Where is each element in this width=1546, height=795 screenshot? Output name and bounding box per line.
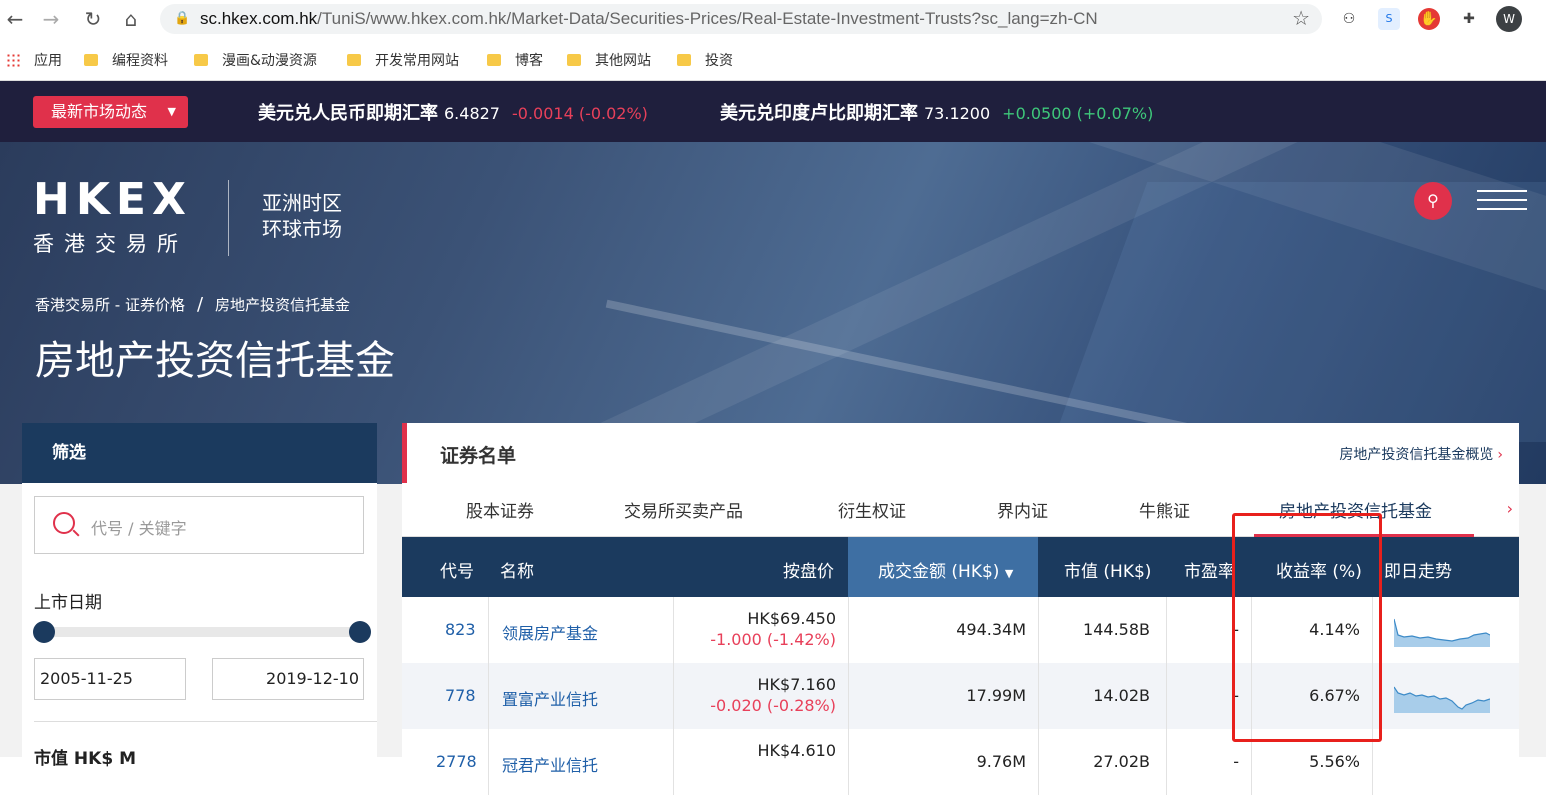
col-market-cap[interactable]: 市值 (HK$) xyxy=(1064,557,1151,582)
row-pe: - xyxy=(1233,752,1239,771)
listing-date-slider[interactable] xyxy=(33,621,371,643)
breadcrumb: 香港交易所 - 证券价格 / 房地产投资信托基金 xyxy=(35,294,351,315)
search-input[interactable]: 代号 / 关键字 xyxy=(34,496,364,554)
ticker-item[interactable]: 美元兑印度卢比即期汇率 73.1200 +0.0500 (+0.07%) xyxy=(720,99,1153,125)
extension-s-icon[interactable]: S xyxy=(1378,8,1400,30)
site-search-button[interactable]: ⚲ xyxy=(1414,182,1452,220)
row-market-cap: 14.02B xyxy=(1093,686,1150,705)
market-cap-label: 市值 HK$ M xyxy=(34,721,377,769)
address-url: sc.hkex.com.hk/TuniS/www.hkex.com.hk/Mar… xyxy=(200,9,1098,28)
col-pe[interactable]: 市盈率 xyxy=(1184,557,1235,582)
listing-date-label: 上市日期 xyxy=(34,593,102,613)
panel-title: 证券名单 xyxy=(440,445,517,467)
bookmark-folder[interactable]: 其他网站 xyxy=(567,50,651,70)
bookmark-apps[interactable]: 应用 xyxy=(6,50,62,70)
tab-equities[interactable]: 股本证券 xyxy=(466,497,534,522)
row-turnover: 494.34M xyxy=(956,620,1026,639)
forward-arrow-icon[interactable]: → xyxy=(38,6,64,32)
col-turnover[interactable]: 成交金额 (HK$) ▼ xyxy=(878,557,1013,582)
row-price: HK$69.450 xyxy=(747,609,836,628)
slider-handle-end[interactable] xyxy=(349,621,371,643)
date-from-field[interactable]: 2005-11-25 xyxy=(34,658,186,700)
row-price: HK$4.610 xyxy=(757,741,836,760)
folder-icon xyxy=(347,54,361,66)
tab-warrants[interactable]: 衍生权证 xyxy=(838,497,906,522)
breadcrumb-current: 房地产投资信托基金 xyxy=(215,296,351,314)
page-title: 房地产投资信托基金 xyxy=(35,338,395,384)
col-code[interactable]: 代号 xyxy=(440,557,474,582)
extension-adblock-icon[interactable]: ✋ xyxy=(1418,8,1440,30)
hkex-logo[interactable]: HKEX 香港交易所 xyxy=(33,178,192,258)
folder-icon xyxy=(194,54,208,66)
row-code[interactable]: 823 xyxy=(445,620,476,639)
row-name[interactable]: 冠君产业信托 xyxy=(502,752,598,776)
filter-sidebar: 筛选 代号 / 关键字 上市日期 2005-11-25 2019-12-10 市… xyxy=(22,423,377,769)
row-change: -1.000 (-1.42%) xyxy=(710,630,836,649)
ticker-item[interactable]: 美元兑人民币即期汇率 6.4827 -0.0014 (-0.02%) xyxy=(258,99,648,125)
extensions-puzzle-icon[interactable]: ✚ xyxy=(1458,8,1480,30)
row-market-cap: 27.02B xyxy=(1093,752,1150,771)
folder-icon xyxy=(677,54,691,66)
lock-icon: 🔒 xyxy=(174,11,191,26)
folder-icon xyxy=(84,54,98,66)
back-arrow-icon[interactable]: ← xyxy=(2,6,28,32)
row-turnover: 9.76M xyxy=(976,752,1026,771)
row-yield: 5.56% xyxy=(1309,752,1360,771)
market-ticker: 最新市场动态 ▼ 美元兑人民币即期汇率 6.4827 -0.0014 (-0.02%)… xyxy=(0,81,1546,142)
bookmark-folder[interactable]: 编程资料 xyxy=(84,50,168,70)
panel-accent-bar xyxy=(402,423,407,483)
tabs-next-chevron-icon[interactable]: › xyxy=(1507,499,1513,518)
filter-title: 筛选 xyxy=(22,423,377,483)
tab-inline-warrants[interactable]: 界内证 xyxy=(997,497,1048,522)
bookmark-folder[interactable]: 博客 xyxy=(487,50,543,70)
col-intraday: 即日走势 xyxy=(1384,562,1452,582)
row-change: -0.020 (-0.28%) xyxy=(710,696,836,715)
tab-cbbc[interactable]: 牛熊证 xyxy=(1139,497,1190,522)
folder-icon xyxy=(567,54,581,66)
tab-etp[interactable]: 交易所买卖产品 xyxy=(624,497,743,522)
folder-icon xyxy=(487,54,501,66)
reload-icon[interactable]: ↻ xyxy=(80,6,106,32)
logo-divider xyxy=(228,180,229,256)
search-icon xyxy=(53,512,75,534)
row-code[interactable]: 2778 xyxy=(436,752,477,771)
row-name[interactable]: 领展房产基金 xyxy=(502,620,598,644)
row-turnover: 17.99M xyxy=(966,686,1026,705)
date-to-field[interactable]: 2019-12-10 xyxy=(212,658,364,700)
row-code[interactable]: 778 xyxy=(445,686,476,705)
bookmark-folder[interactable]: 开发常用网站 xyxy=(347,50,459,70)
reit-overview-link[interactable]: 房地产投资信托基金概览 › xyxy=(1339,444,1503,464)
row-price: HK$7.160 xyxy=(757,675,836,694)
row-market-cap: 144.58B xyxy=(1083,620,1150,639)
bookmark-folder[interactable]: 投资 xyxy=(677,50,733,70)
tagline: 亚洲时区 环球市场 xyxy=(262,191,342,241)
bookmarks-bar: 应用 编程资料 漫画&动漫资源 开发常用网站 博客 其他网站 投资 xyxy=(0,46,1546,72)
row-name[interactable]: 置富产业信托 xyxy=(502,686,598,710)
sort-desc-icon: ▼ xyxy=(1004,567,1014,580)
intraday-sparkline[interactable] xyxy=(1394,683,1490,713)
latest-market-news-button[interactable]: 最新市场动态 ▼ xyxy=(33,96,188,128)
extension-binoculars-icon[interactable]: ⚇ xyxy=(1338,8,1360,30)
breadcrumb-link[interactable]: 香港交易所 - 证券价格 xyxy=(35,296,185,314)
address-bar[interactable]: 🔒 sc.hkex.com.hk/TuniS/www.hkex.com.hk/M… xyxy=(160,4,1322,34)
caret-down-icon: ▼ xyxy=(167,105,176,118)
bookmark-folder[interactable]: 漫画&动漫资源 xyxy=(194,50,317,70)
slider-handle-start[interactable] xyxy=(33,621,55,643)
intraday-sparkline[interactable] xyxy=(1394,617,1490,647)
home-icon[interactable]: ⌂ xyxy=(118,6,144,32)
search-icon: ⚲ xyxy=(1427,191,1439,210)
profile-avatar[interactable]: W xyxy=(1496,6,1522,32)
apps-grid-icon xyxy=(6,53,20,67)
bookmark-star-icon[interactable]: ☆ xyxy=(1292,6,1310,30)
yield-highlight-box xyxy=(1232,513,1382,742)
col-price[interactable]: 按盘价 xyxy=(783,557,834,582)
browser-chrome: ← → ↻ ⌂ 🔒 sc.hkex.com.hk/TuniS/www.hkex.… xyxy=(0,0,1546,81)
hamburger-menu-icon[interactable] xyxy=(1477,190,1527,212)
chevron-right-icon: › xyxy=(1497,447,1503,463)
col-name[interactable]: 名称 xyxy=(500,557,534,582)
